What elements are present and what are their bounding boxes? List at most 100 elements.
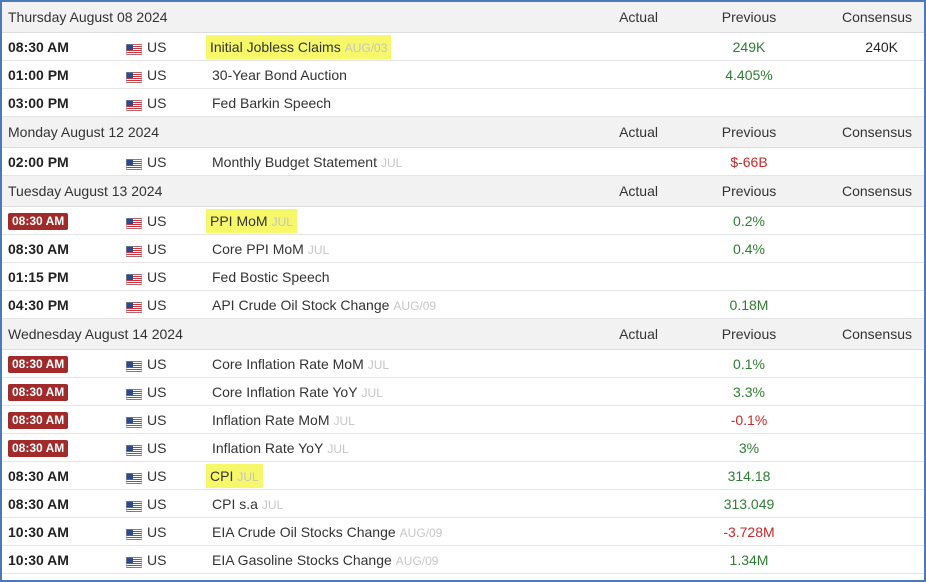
column-header-consensus: Consensus — [818, 318, 924, 350]
day-date: Wednesday August 14 2024 — [2, 318, 597, 350]
event-previous: 313.049 — [680, 489, 818, 518]
event-name-link[interactable]: Inflation Rate YoY — [212, 440, 323, 456]
country-code: US — [147, 153, 167, 170]
time-badge: 08:30 AM — [8, 439, 69, 457]
event-country: US — [116, 545, 202, 574]
day-date: Tuesday August 13 2024 — [2, 175, 597, 207]
event-row[interactable]: 03:00 PM US Fed Barkin Speech — [2, 88, 924, 117]
event-name-link[interactable]: CPI s.a — [212, 496, 258, 512]
event-row[interactable]: 01:00 PM US 30-Year Bond Auction 4.405% — [2, 60, 924, 89]
event-actual — [597, 489, 680, 518]
event-name-link[interactable]: Fed Bostic Speech — [212, 269, 330, 285]
day-header-row: Monday August 12 2024 Actual Previous Conse… — [2, 116, 924, 148]
event-row[interactable]: 02:00 PM US Monthly Budget Statement JUL $-6… — [2, 147, 924, 176]
event-name-cell: Core PPI MoM JUL — [202, 234, 597, 263]
event-time: 03:00 PM — [2, 88, 116, 117]
event-name-link[interactable]: Initial Jobless Claims — [210, 39, 341, 55]
event-row[interactable]: 10:30 AM US EIA Crude Oil Stocks Change AUG… — [2, 517, 924, 546]
event-name-cell: PPI MoM JUL — [202, 206, 597, 235]
event-row[interactable]: 01:15 PM US Fed Bostic Speech — [2, 262, 924, 291]
event-consensus — [818, 461, 924, 490]
event-previous: $-66B — [680, 147, 818, 176]
us-flag-icon — [126, 415, 142, 430]
event-name-link[interactable]: Core PPI MoM — [212, 241, 304, 257]
event-row[interactable]: 04:30 PM US API Crude Oil Stock Change AUG/… — [2, 290, 924, 319]
column-header-actual: Actual — [597, 2, 680, 33]
event-country: US — [116, 433, 202, 462]
event-name-link[interactable]: EIA Crude Oil Stocks Change — [212, 524, 396, 540]
event-name-link[interactable]: PPI MoM — [210, 213, 268, 229]
event-country: US — [116, 290, 202, 319]
column-header-actual: Actual — [597, 175, 680, 207]
event-reference: AUG/09 — [399, 525, 443, 540]
event-consensus — [818, 489, 924, 518]
country-code: US — [147, 551, 167, 568]
country-code: US — [147, 66, 167, 83]
event-row[interactable]: 08:30 AM US CPI JUL 314.18 — [2, 461, 924, 490]
event-name-link[interactable]: Core Inflation Rate YoY — [212, 384, 358, 400]
event-country: US — [116, 405, 202, 434]
event-time: 08:30 AM — [2, 206, 116, 235]
event-row[interactable]: 08:30 AM US PPI MoM JUL 0.2% — [2, 206, 924, 235]
time-badge: 08:30 AM — [8, 355, 69, 373]
event-actual — [597, 405, 680, 434]
us-flag-icon — [126, 527, 142, 542]
event-previous: -3.728M — [680, 517, 818, 546]
event-time: 08:30 AM — [2, 234, 116, 263]
event-row[interactable]: 08:30 AM US Core PPI MoM JUL 0.4% — [2, 234, 924, 263]
event-consensus — [818, 60, 924, 89]
event-country: US — [116, 88, 202, 117]
event-name-link[interactable]: CPI — [210, 468, 233, 484]
event-name-link[interactable]: Monthly Budget Statement — [212, 154, 377, 170]
event-name-link[interactable]: Core Inflation Rate MoM — [212, 356, 364, 372]
event-row[interactable]: 08:30 AM US Initial Jobless Claims AUG/03 24… — [2, 32, 924, 61]
event-consensus — [818, 349, 924, 378]
event-name-wrap: Core PPI MoM JUL — [210, 239, 331, 259]
event-name-cell: CPI s.a JUL — [202, 489, 597, 518]
event-previous: 3% — [680, 433, 818, 462]
event-reference: JUL — [271, 214, 293, 229]
event-row[interactable]: 08:30 AM US Core Inflation Rate YoY JUL 3.3% — [2, 377, 924, 406]
event-row[interactable]: 08:30 AM US Inflation Rate YoY JUL 3% — [2, 433, 924, 462]
event-reference: JUL — [327, 441, 349, 456]
event-actual — [597, 433, 680, 462]
event-consensus — [818, 147, 924, 176]
event-name-link[interactable]: API Crude Oil Stock Change — [212, 297, 389, 313]
us-flag-icon — [126, 216, 142, 231]
event-consensus — [818, 88, 924, 117]
event-previous: 0.1% — [680, 349, 818, 378]
country-code: US — [147, 212, 167, 229]
us-flag-icon — [126, 244, 142, 259]
event-row[interactable]: 08:30 AM US Core Inflation Rate MoM JUL 0.1% — [2, 349, 924, 378]
event-actual — [597, 88, 680, 117]
event-row[interactable]: 08:30 AM US Inflation Rate MoM JUL -0.1% — [2, 405, 924, 434]
column-header-consensus: Consensus — [818, 116, 924, 148]
event-reference: AUG/09 — [395, 553, 439, 568]
us-flag-icon — [126, 272, 142, 287]
event-name-link[interactable]: 30-Year Bond Auction — [212, 67, 347, 83]
us-flag-icon — [126, 300, 142, 315]
country-code: US — [147, 240, 167, 257]
event-time: 10:30 AM — [2, 517, 116, 546]
event-row[interactable]: 08:30 AM US CPI s.a JUL 313.049 — [2, 489, 924, 518]
event-name-cell: CPI JUL — [202, 461, 597, 490]
event-reference: JUL — [237, 469, 259, 484]
event-country: US — [116, 349, 202, 378]
us-flag-icon — [126, 499, 142, 514]
event-name-cell: Fed Bostic Speech — [202, 262, 597, 291]
event-time: 04:30 PM — [2, 290, 116, 319]
event-name-link[interactable]: Inflation Rate MoM — [212, 412, 330, 428]
event-name-cell: EIA Crude Oil Stocks Change AUG/09 — [202, 517, 597, 546]
event-reference: JUL — [307, 242, 330, 257]
event-previous: 0.2% — [680, 206, 818, 235]
event-consensus — [818, 517, 924, 546]
event-row[interactable]: 10:30 AM US EIA Gasoline Stocks Change AUG/… — [2, 545, 924, 574]
column-header-previous: Previous — [680, 318, 818, 350]
event-consensus — [818, 262, 924, 291]
event-country: US — [116, 60, 202, 89]
event-name-link[interactable]: Fed Barkin Speech — [212, 95, 331, 111]
event-consensus — [818, 206, 924, 235]
event-name-link[interactable]: EIA Gasoline Stocks Change — [212, 552, 392, 568]
event-consensus — [818, 405, 924, 434]
event-name-cell: Core Inflation Rate MoM JUL — [202, 349, 597, 378]
